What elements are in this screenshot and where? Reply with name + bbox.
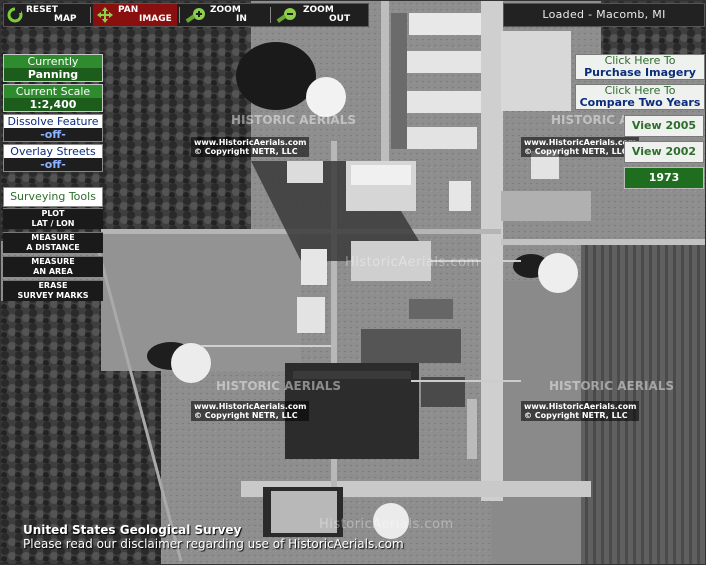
map-toolbar: RESET MAP PAN IMAGE ZOOM IN ZOOM OUT bbox=[3, 3, 369, 27]
watermark-copy: © Copyright NETR, LLC bbox=[524, 147, 628, 156]
watermark-copy: © Copyright NETR, LLC bbox=[194, 411, 298, 420]
credit-source: United States Geological Survey bbox=[23, 523, 242, 537]
current-scale-box: Current Scale 1:2,400 bbox=[3, 84, 103, 112]
watermark-brand: HISTORIC AERIALS bbox=[549, 379, 674, 393]
reset-map-button[interactable]: RESET MAP bbox=[4, 4, 88, 26]
zoom-in-label-2: IN bbox=[236, 14, 247, 24]
disclaimer-link[interactable]: Please read our disclaimer regarding use… bbox=[23, 537, 404, 551]
overlay-label: Overlay Streets bbox=[3, 144, 103, 158]
overlay-value: -off- bbox=[3, 158, 103, 172]
zoom-out-label-2: OUT bbox=[329, 14, 351, 24]
watermark-copyright: www.HistoricAerials.com © Copyright NETR… bbox=[521, 137, 640, 157]
purchase-label-2: Purchase Imagery bbox=[584, 66, 696, 79]
view-2002-button[interactable]: View 2002 bbox=[624, 141, 704, 163]
plot-lat-lon-button[interactable]: PLOT LAT / LON bbox=[3, 208, 103, 229]
watermark-copyright: www.HistoricAerials.com © Copyright NETR… bbox=[191, 137, 310, 157]
plot-label-1: PLOT bbox=[41, 209, 65, 218]
watermark-copyright: www.HistoricAerials.com © Copyright NETR… bbox=[191, 401, 310, 421]
scale-value: 1:2,400 bbox=[3, 98, 103, 112]
watermark-url: www.HistoricAerials.com bbox=[194, 138, 307, 147]
watermark-copy: © Copyright NETR, LLC bbox=[194, 147, 298, 156]
plot-label-2: LAT / LON bbox=[31, 219, 75, 228]
currently-value: Panning bbox=[3, 68, 103, 82]
dissolve-label: Dissolve Feature bbox=[3, 114, 103, 128]
measure-area-label-1: MEASURE bbox=[31, 257, 75, 266]
loaded-location-status: Loaded - Macomb, MI bbox=[503, 3, 705, 27]
watermark-url: www.HistoricAerials.com bbox=[524, 402, 637, 411]
measure-area-button[interactable]: MEASURE AN AREA bbox=[3, 256, 103, 277]
toolbar-divider bbox=[179, 7, 180, 23]
measure-distance-button[interactable]: MEASURE A DISTANCE bbox=[3, 232, 103, 253]
watermark-copy: © Copyright NETR, LLC bbox=[524, 411, 628, 420]
watermark-copyright: www.HistoricAerials.com © Copyright NETR… bbox=[521, 401, 640, 421]
usgs-credit: United States Geological Survey Please r… bbox=[23, 523, 404, 551]
toolbar-divider bbox=[90, 7, 91, 23]
measure-distance-label-2: A DISTANCE bbox=[26, 243, 80, 252]
zoom-in-icon bbox=[185, 8, 205, 23]
purchase-imagery-button[interactable]: Click Here To Purchase Imagery bbox=[575, 54, 705, 80]
erase-survey-marks-button[interactable]: ERASE SURVEY MARKS bbox=[3, 280, 103, 301]
pan-label-1: PAN bbox=[118, 5, 139, 15]
pan-icon bbox=[97, 7, 113, 23]
year-1973-current[interactable]: 1973 bbox=[624, 167, 704, 189]
erase-label-1: ERASE bbox=[38, 281, 68, 290]
map-window: HISTORIC AERIALS www.HistoricAerials.com… bbox=[0, 0, 706, 565]
dissolve-feature-toggle[interactable]: Dissolve Feature -off- bbox=[3, 114, 103, 142]
reset-icon bbox=[7, 7, 23, 23]
surveying-tools-title: Surveying Tools bbox=[3, 187, 103, 207]
dissolve-value: -off- bbox=[3, 128, 103, 142]
watermark-url-faint: HistoricAerials.com bbox=[345, 255, 480, 270]
zoom-out-button[interactable]: ZOOM OUT bbox=[273, 4, 367, 26]
pan-image-button[interactable]: PAN IMAGE bbox=[93, 4, 177, 26]
measure-distance-label-1: MEASURE bbox=[31, 233, 75, 242]
toolbar-divider bbox=[270, 7, 271, 23]
watermark-brand: HISTORIC AERIALS bbox=[231, 113, 356, 127]
overlay-streets-toggle[interactable]: Overlay Streets -off- bbox=[3, 144, 103, 172]
currently-label: Currently bbox=[3, 54, 103, 68]
scale-label: Current Scale bbox=[3, 84, 103, 98]
zoom-out-icon bbox=[276, 8, 296, 23]
view-2005-button[interactable]: View 2005 bbox=[624, 115, 704, 137]
compare-two-years-button[interactable]: Click Here To Compare Two Years bbox=[575, 84, 705, 110]
erase-label-2: SURVEY MARKS bbox=[17, 291, 89, 300]
pan-label-2: IMAGE bbox=[139, 14, 172, 24]
measure-area-label-2: AN AREA bbox=[33, 267, 73, 276]
watermark-url: www.HistoricAerials.com bbox=[194, 402, 307, 411]
compare-label-2: Compare Two Years bbox=[579, 96, 701, 109]
watermark-url: www.HistoricAerials.com bbox=[524, 138, 637, 147]
watermark-brand: HISTORIC AERIALS bbox=[216, 379, 341, 393]
zoom-in-button[interactable]: ZOOM IN bbox=[182, 4, 268, 26]
reset-label-2: MAP bbox=[54, 14, 77, 24]
currently-mode-box: Currently Panning bbox=[3, 54, 103, 82]
